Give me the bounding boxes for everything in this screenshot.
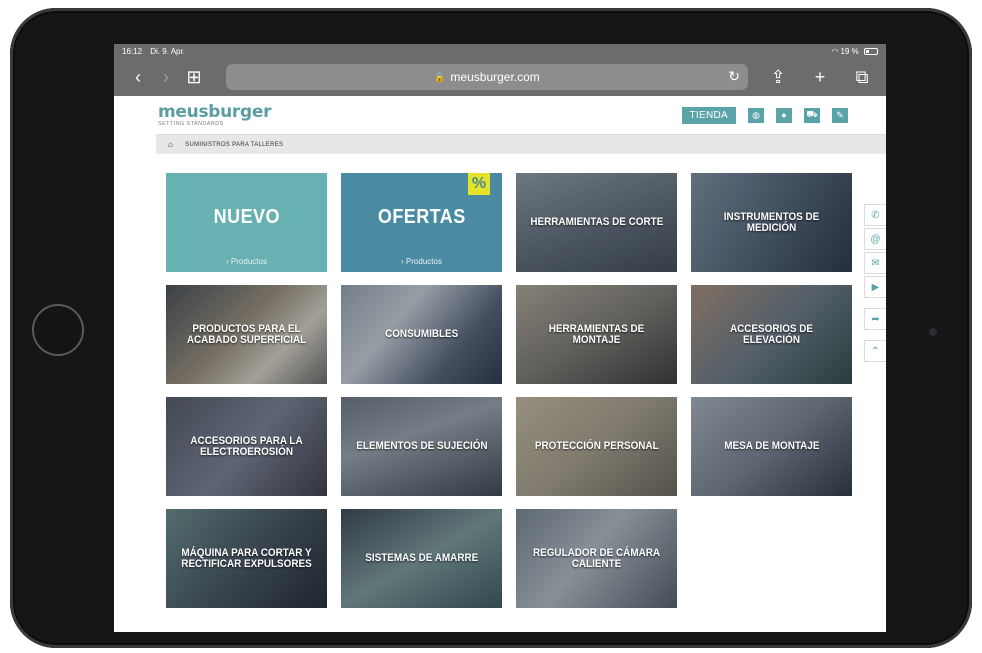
globe-icon[interactable]: ◍	[748, 107, 764, 123]
tile-mesa-montaje[interactable]: MESA DE MONTAJE	[691, 397, 852, 496]
tile-sub-link[interactable]: › Productos	[166, 257, 327, 266]
tile-label: PRODUCTOS PARA EL ACABADO SUPERFICIAL	[186, 322, 307, 346]
reload-icon[interactable]: ↻	[728, 68, 740, 85]
battery-percent: 19 %	[840, 46, 859, 56]
tag-icon[interactable]: ✎	[832, 107, 848, 123]
breadcrumb-current[interactable]: SUMINISTROS PARA TALLERES	[185, 142, 283, 148]
shop-button[interactable]: TIENDA	[681, 106, 736, 124]
phone-icon[interactable]: ✆	[864, 204, 886, 226]
tile-consumibles[interactable]: CONSUMIBLES	[341, 285, 502, 384]
browser-toolbar: ‹ › ⊞ 🔒 meusburger.com ↻ ⇪ + ⧉	[114, 58, 886, 96]
battery-icon	[864, 47, 878, 55]
tile-ofertas[interactable]: % OFERTAS › Productos	[341, 173, 502, 272]
header-actions: TIENDA ◍ ● ⛟ ✎	[681, 106, 848, 124]
tile-herramientas-montaje[interactable]: HERRAMIENTAS DE MONTAJE	[516, 285, 677, 384]
logo[interactable]: meusburger SETTING STANDARDS	[158, 101, 272, 127]
tile-acabado-superficial[interactable]: PRODUCTOS PARA EL ACABADO SUPERFICIAL	[166, 285, 327, 384]
tile-label: PROTECCIÓN PERSONAL	[534, 440, 659, 452]
tile-label: CONSUMIBLES	[384, 328, 459, 340]
share-arrow-icon[interactable]: ➦	[864, 308, 886, 330]
home-button[interactable]	[32, 304, 84, 356]
mailbox-icon[interactable]: ✉	[864, 252, 886, 274]
tabs-icon[interactable]: ⧉	[848, 67, 876, 88]
address-bar[interactable]: 🔒 meusburger.com ↻	[226, 64, 748, 90]
site-header: meusburger SETTING STANDARDS TIENDA ◍ ● …	[114, 96, 886, 134]
tile-maquina-expulsores[interactable]: MÁQUINA PARA CORTAR Y RECTIFICAR EXPULSO…	[166, 509, 327, 608]
screen: 16:12 Di. 9. Apr. ◠ 19 % ‹ › ⊞ 🔒 meusbur…	[114, 44, 886, 632]
scroll-top-icon[interactable]: ⌃	[864, 340, 886, 362]
tile-label: HERRAMIENTAS DE MONTAJE	[548, 322, 645, 346]
category-grid: NUEVO › Productos % OFERTAS › Productos …	[166, 173, 854, 608]
tile-label: ACCESORIOS DE ELEVACIÓN	[729, 322, 814, 346]
status-bar: 16:12 Di. 9. Apr. ◠ 19 %	[114, 44, 886, 58]
tile-label: REGULADOR DE CÁMARA CALIENTE	[532, 546, 661, 570]
tile-accesorios-elevacion[interactable]: ACCESORIOS DE ELEVACIÓN	[691, 285, 852, 384]
tile-elementos-sujecion[interactable]: ELEMENTOS DE SUJECIÓN	[341, 397, 502, 496]
side-contact-bar: ✆ @ ✉ ▶ ➦ ⌃	[864, 204, 886, 364]
status-time: 16:12	[122, 46, 143, 56]
tile-sub-link[interactable]: › Productos	[341, 257, 502, 266]
logo-text: meusburger	[158, 101, 272, 122]
tile-label: MÁQUINA PARA CORTAR Y RECTIFICAR EXPULSO…	[181, 546, 312, 570]
tile-sistemas-amarre[interactable]: SISTEMAS DE AMARRE	[341, 509, 502, 608]
tile-electroerosion[interactable]: ACCESORIOS PARA LA ELECTROEROSIÓN	[166, 397, 327, 496]
tile-label: ELEMENTOS DE SUJECIÓN	[355, 440, 488, 452]
forward-icon[interactable]: ›	[152, 67, 180, 88]
status-date: Di. 9. Apr.	[150, 46, 185, 56]
tile-label: INSTRUMENTOS DE MEDICIÓN	[723, 210, 820, 234]
back-icon[interactable]: ‹	[124, 67, 152, 88]
tile-label: OFERTAS	[377, 205, 466, 228]
bookmarks-icon[interactable]: ⊞	[180, 67, 208, 88]
tile-label: MESA DE MONTAJE	[723, 440, 820, 452]
wifi-icon: ◠	[831, 46, 839, 56]
tile-label: SISTEMAS DE AMARRE	[365, 552, 478, 564]
percent-badge: %	[468, 173, 490, 195]
tile-label: HERRAMIENTAS DE CORTE	[530, 216, 663, 228]
video-icon[interactable]: ▶	[864, 276, 886, 298]
lock-icon: 🔒	[434, 71, 446, 82]
tile-nuevo[interactable]: NUEVO › Productos	[166, 173, 327, 272]
tile-label: ACCESORIOS PARA LA ELECTROEROSIÓN	[190, 434, 303, 458]
url-text: meusburger.com	[450, 70, 540, 84]
tile-regulador-camara[interactable]: REGULADOR DE CÁMARA CALIENTE	[516, 509, 677, 608]
tile-herramientas-corte[interactable]: HERRAMIENTAS DE CORTE	[516, 173, 677, 272]
share-icon[interactable]: ⇪	[764, 67, 792, 88]
breadcrumb: ⌂ SUMINISTROS PARA TALLERES	[156, 134, 886, 154]
new-tab-icon[interactable]: +	[806, 67, 834, 88]
tile-instrumentos-medicion[interactable]: INSTRUMENTOS DE MEDICIÓN	[691, 173, 852, 272]
email-icon[interactable]: @	[864, 228, 886, 250]
tile-proteccion-personal[interactable]: PROTECCIÓN PERSONAL	[516, 397, 677, 496]
cart-icon[interactable]: ⛟	[804, 107, 820, 123]
ipad-frame: 16:12 Di. 9. Apr. ◠ 19 % ‹ › ⊞ 🔒 meusbur…	[10, 8, 972, 648]
tile-label: NUEVO	[213, 205, 280, 228]
home-icon[interactable]: ⌂	[168, 140, 173, 149]
user-icon[interactable]: ●	[776, 107, 792, 123]
camera	[929, 328, 937, 336]
